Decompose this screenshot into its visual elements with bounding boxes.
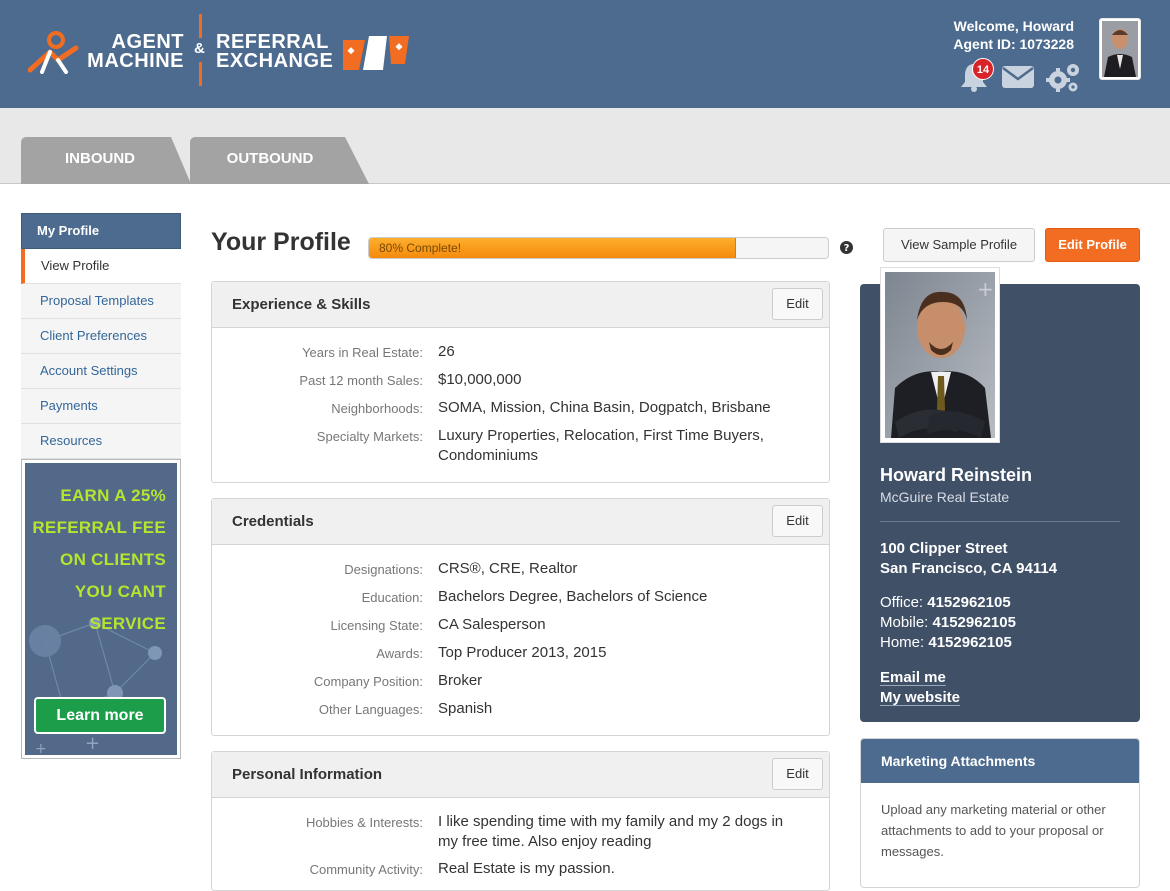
panel-title: Personal Information <box>232 766 383 783</box>
welcome-block: Welcome, Howard Agent ID: 1073228 <box>953 17 1074 53</box>
sidebar-item-client-preferences[interactable]: Client Preferences <box>21 319 181 354</box>
edit-credentials-button[interactable]: Edit <box>772 505 823 537</box>
agent-address: 100 Clipper Street San Francisco, CA 941… <box>880 540 1058 577</box>
logo-ampersand: & <box>194 40 205 57</box>
home-phone: Home: 4152962105 <box>880 634 1012 651</box>
promo-headline: EARN A 25% REFERRAL FEE ON CLIENTS YOU C… <box>32 486 166 633</box>
marketing-attachments-panel: Marketing Attachments Upload any marketi… <box>860 738 1140 888</box>
referral-fee-promo[interactable]: + + EARN A 25% REFERRAL FEE ON CLIENTS Y… <box>21 459 181 759</box>
panel-title: Credentials <box>232 513 314 530</box>
sidebar-item-view-profile[interactable]: View Profile <box>21 249 181 284</box>
sidebar-item-payments[interactable]: Payments <box>21 389 181 424</box>
agent-name: Howard Reinstein <box>880 465 1033 485</box>
card-divider <box>880 521 1120 522</box>
learn-more-button[interactable]: Learn more <box>34 697 166 734</box>
sidebar-item-proposal-templates[interactable]: Proposal Templates <box>21 284 181 319</box>
svg-text:?: ? <box>844 243 850 254</box>
header-avatar[interactable] <box>1099 18 1141 80</box>
profile-photo: + <box>880 267 1000 443</box>
svg-text:+: + <box>85 733 100 754</box>
notification-badge[interactable]: 14 <box>972 58 994 80</box>
sidebar-item-resources[interactable]: Resources <box>21 424 181 459</box>
referral-exchange-logo-icon <box>343 36 409 70</box>
svg-text:+: + <box>35 741 47 755</box>
personal-information-panel: Personal Information Edit Hobbies & Inte… <box>211 751 830 891</box>
profile-progress-bar: 80% Complete! <box>368 237 829 259</box>
agent-phones: Office: 4152962105 Mobile: 4152962105 Ho… <box>880 593 1016 653</box>
sidebar-heading: My Profile <box>21 213 181 249</box>
agent-company: McGuire Real Estate <box>880 489 1010 505</box>
marketing-attachments-title: Marketing Attachments <box>861 739 1139 783</box>
sidebar-item-account-settings[interactable]: Account Settings <box>21 354 181 389</box>
experience-skills-panel: Experience & Skills Edit Years in Real E… <box>211 281 830 483</box>
svg-text:+: + <box>977 277 994 301</box>
panel-title: Experience & Skills <box>232 296 371 313</box>
tab-bar: INBOUND OUTBOUND <box>0 108 1170 184</box>
tab-inbound[interactable]: INBOUND <box>21 137 191 184</box>
agent-id-text: Agent ID: 1073228 <box>953 36 1074 52</box>
credentials-panel: Credentials Edit Designations: CRS®, CRE… <box>211 498 830 736</box>
agent-machine-logo-icon <box>28 31 79 74</box>
gears-icon[interactable] <box>1045 61 1081 93</box>
office-phone: Office: 4152962105 <box>880 594 1011 611</box>
edit-profile-button[interactable]: Edit Profile <box>1045 228 1140 262</box>
progress-label: 80% Complete! <box>379 241 462 255</box>
view-sample-profile-button[interactable]: View Sample Profile <box>883 228 1035 262</box>
logo-agent-machine-text: AGENT MACHINE <box>87 31 184 72</box>
agent-links: Email me My website <box>880 668 960 708</box>
tab-outbound[interactable]: OUTBOUND <box>190 137 370 184</box>
edit-experience-button[interactable]: Edit <box>772 288 823 320</box>
help-icon[interactable]: ? <box>840 241 853 254</box>
top-header: AGENT MACHINE & REFERRAL EXCHANGE Welcom… <box>0 0 1170 108</box>
email-me-link[interactable]: Email me <box>880 668 960 688</box>
edit-personal-button[interactable]: Edit <box>772 758 823 790</box>
mobile-phone: Mobile: 4152962105 <box>880 614 1016 631</box>
sidebar-nav: My Profile View Profile Proposal Templat… <box>21 213 181 459</box>
welcome-text: Welcome, Howard <box>953 18 1074 34</box>
marketing-attachments-text: Upload any marketing material or other a… <box>881 802 1106 859</box>
my-website-link[interactable]: My website <box>880 688 960 708</box>
page-title: Your Profile <box>211 228 351 256</box>
mail-icon[interactable] <box>1001 65 1035 89</box>
logo-referral-exchange-text: REFERRAL EXCHANGE <box>216 31 334 72</box>
